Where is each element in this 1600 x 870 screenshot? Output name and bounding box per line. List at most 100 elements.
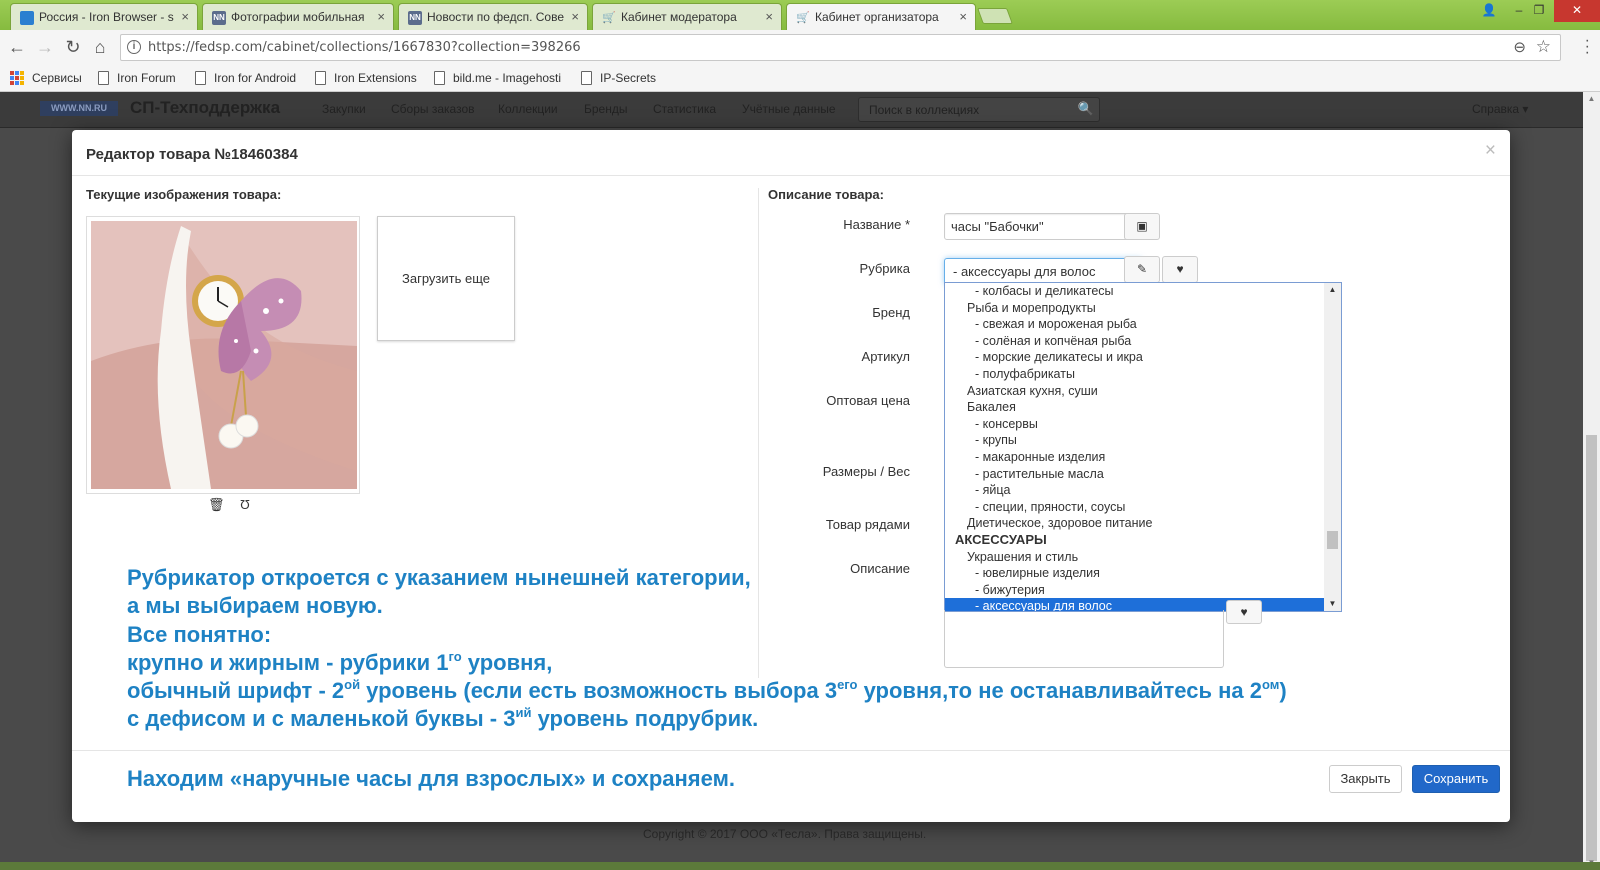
nav-collections[interactable]: Коллекции bbox=[498, 102, 558, 116]
nav-purchases[interactable]: Закупки bbox=[322, 102, 366, 116]
bookmark-iron-android[interactable]: Iron for Android bbox=[192, 71, 296, 85]
new-tab-button[interactable] bbox=[977, 8, 1013, 24]
bookmark-iron-extensions[interactable]: Iron Extensions bbox=[312, 71, 417, 85]
scrollbar-thumb[interactable] bbox=[1586, 435, 1597, 861]
rubric-option[interactable]: Украшения и стиль bbox=[945, 549, 1341, 566]
close-button[interactable]: Закрыть bbox=[1329, 765, 1402, 793]
images-label: Текущие изображения товара: bbox=[86, 187, 282, 202]
page-scrollbar[interactable]: ▲ ▼ bbox=[1583, 92, 1600, 870]
home-icon[interactable]: ⌂ bbox=[89, 37, 111, 59]
tab-label: Кабинет организатора bbox=[815, 10, 939, 24]
tab-close-icon[interactable]: × bbox=[377, 9, 385, 24]
address-bar[interactable]: i https://fedsp.com/cabinet/collections/… bbox=[120, 34, 1561, 61]
rubric-dropdown-list[interactable]: - колбасы и деликатесы Рыба и морепродукт… bbox=[944, 282, 1342, 612]
scroll-down-icon[interactable]: ▼ bbox=[1324, 599, 1341, 608]
list-scrollbar[interactable]: ▲ ▼ bbox=[1324, 283, 1341, 611]
search-icon[interactable]: 🔍 bbox=[1072, 97, 1100, 122]
bookmark-label: Сервисы bbox=[32, 71, 82, 85]
browser-tab-1[interactable]: Россия - Iron Browser - s × bbox=[10, 3, 198, 30]
rubric-select[interactable]: - аксессуары для волос ▼ bbox=[944, 258, 1142, 285]
browser-tab-3[interactable]: NN Новости по федсп. Сове × bbox=[398, 3, 588, 30]
rubric-option[interactable]: - солёная и копчёная рыба bbox=[945, 333, 1341, 350]
rubric-option[interactable]: Рыба и морепродукты bbox=[945, 300, 1341, 317]
scroll-up-icon[interactable]: ▲ bbox=[1324, 285, 1341, 294]
rubric-options: - колбасы и деликатесы Рыба и морепродукт… bbox=[945, 283, 1341, 611]
menu-icon[interactable]: · · · bbox=[1585, 33, 1590, 61]
nav-stats[interactable]: Статистика bbox=[653, 102, 716, 116]
browser-tab-5-active[interactable]: 🛒 Кабинет организатора × bbox=[786, 3, 976, 30]
apps-icon bbox=[10, 71, 24, 85]
modal-header: Редактор товара №18460384 × bbox=[72, 130, 1510, 176]
rubric-option[interactable]: АКСЕССУАРЫ bbox=[945, 532, 1341, 549]
tab-close-icon[interactable]: × bbox=[765, 9, 773, 24]
scroll-up-icon[interactable]: ▲ bbox=[1583, 94, 1600, 103]
site-brand[interactable]: СП-Техподдержка bbox=[130, 98, 280, 118]
save-button[interactable]: Сохранить bbox=[1412, 765, 1500, 793]
size-weight-label: Размеры / Вес bbox=[822, 464, 910, 479]
heart-icon[interactable]: ♥ bbox=[1162, 256, 1198, 283]
bookmark-label: Iron for Android bbox=[214, 71, 297, 85]
rubric-option[interactable]: - полуфабрикаты bbox=[945, 366, 1341, 383]
rubric-option[interactable]: - свежая и мороженая рыба bbox=[945, 316, 1341, 333]
star-icon[interactable]: ☆ bbox=[1536, 37, 1551, 57]
trash-icon[interactable]: 🗑 bbox=[208, 497, 225, 512]
bookmark-services[interactable]: Сервисы bbox=[10, 71, 82, 85]
pencil-icon[interactable]: ✎ bbox=[1124, 256, 1160, 283]
cart-icon: 🛒 bbox=[796, 12, 810, 24]
reload-icon[interactable]: ↻ bbox=[62, 37, 84, 59]
rubric-option[interactable]: - яйца bbox=[945, 482, 1341, 499]
nav-help[interactable]: Справка ▾ bbox=[1472, 102, 1528, 116]
tab-close-icon[interactable]: × bbox=[181, 9, 189, 24]
rubric-option[interactable]: - консервы bbox=[945, 416, 1341, 433]
browser-toolbar: ← → ↻ ⌂ i https://fedsp.com/cabinet/coll… bbox=[0, 30, 1600, 66]
tab-label: Новости по федсп. Сове bbox=[427, 10, 564, 24]
page-icon bbox=[98, 71, 109, 85]
instruction-annotation: Рубрикатор откроется с указанием нынешне… bbox=[127, 564, 1287, 734]
tab-close-icon[interactable]: × bbox=[571, 9, 579, 24]
nav-orders[interactable]: Сборы заказов bbox=[391, 102, 475, 116]
os-taskbar bbox=[0, 862, 1600, 870]
nav-brands[interactable]: Бренды bbox=[584, 102, 627, 116]
bookmark-iron-forum[interactable]: Iron Forum bbox=[95, 71, 176, 85]
wholesale-price-label: Оптовая цена bbox=[826, 393, 910, 408]
rubric-option[interactable]: - растительные масла bbox=[945, 466, 1341, 483]
bookmark-ip-secrets[interactable]: IP-Secrets bbox=[578, 71, 656, 85]
back-icon[interactable]: ← bbox=[6, 37, 28, 59]
bookmark-bild[interactable]: bild.me - Imagehosti bbox=[431, 71, 561, 85]
site-search-input[interactable]: Поиск в коллекциях bbox=[858, 97, 1100, 122]
page-icon bbox=[195, 71, 206, 85]
site-logo[interactable]: WWW.NN.RU bbox=[40, 101, 118, 116]
browser-tab-4[interactable]: 🛒 Кабинет модератора × bbox=[592, 3, 782, 30]
browser-tab-2[interactable]: NN Фотографии мобильная × bbox=[202, 3, 394, 30]
user-icon[interactable]: 👤 bbox=[1474, 0, 1504, 22]
bookmarks-bar: Сервисы Iron Forum Iron for Android Iron… bbox=[0, 66, 1600, 92]
rubric-option[interactable]: - специи, пряности, соусы bbox=[945, 499, 1341, 516]
forward-icon[interactable]: → bbox=[34, 37, 56, 59]
close-icon[interactable]: × bbox=[1485, 140, 1496, 162]
nav-account[interactable]: Учётные данные bbox=[742, 102, 836, 116]
rubric-option[interactable]: - колбасы и деликатесы bbox=[945, 283, 1341, 300]
rotate-icon[interactable]: Ʊ bbox=[240, 497, 250, 512]
tab-label: Россия - Iron Browser - s bbox=[39, 10, 174, 24]
rows-label: Товар рядами bbox=[825, 517, 910, 532]
window-close-icon[interactable]: ✕ bbox=[1554, 0, 1600, 22]
rubric-option[interactable]: Диетическое, здоровое питание bbox=[945, 515, 1341, 532]
tab-close-icon[interactable]: × bbox=[959, 9, 967, 24]
info-icon[interactable]: i bbox=[127, 40, 141, 54]
name-input[interactable]: часы "Бабочки" bbox=[944, 213, 1138, 240]
image-icon[interactable]: ▣ bbox=[1124, 213, 1160, 240]
rubric-option[interactable]: Азиатская кухня, суши bbox=[945, 383, 1341, 400]
maximize-icon[interactable]: ❐ bbox=[1524, 0, 1554, 22]
upload-more-button[interactable]: Загрузить еще bbox=[377, 216, 515, 341]
description-label: Описание товара: bbox=[768, 187, 884, 202]
rubric-option[interactable]: - крупы bbox=[945, 432, 1341, 449]
tab-label: Фотографии мобильная bbox=[231, 10, 365, 24]
modal-title: Редактор товара №18460384 bbox=[86, 146, 298, 163]
rubric-option[interactable]: Бакалея bbox=[945, 399, 1341, 416]
zoom-icon[interactable]: ⊖ bbox=[1513, 38, 1526, 56]
rubric-option[interactable]: - морские деликатесы и икра bbox=[945, 349, 1341, 366]
rubric-option[interactable]: - макаронные изделия bbox=[945, 449, 1341, 466]
list-scrollbar-thumb[interactable] bbox=[1327, 531, 1338, 549]
modal-footer: Находим «наручные часы для взрослых» и с… bbox=[72, 750, 1510, 822]
product-editor-modal: Редактор товара №18460384 × Текущие изоб… bbox=[72, 130, 1510, 822]
